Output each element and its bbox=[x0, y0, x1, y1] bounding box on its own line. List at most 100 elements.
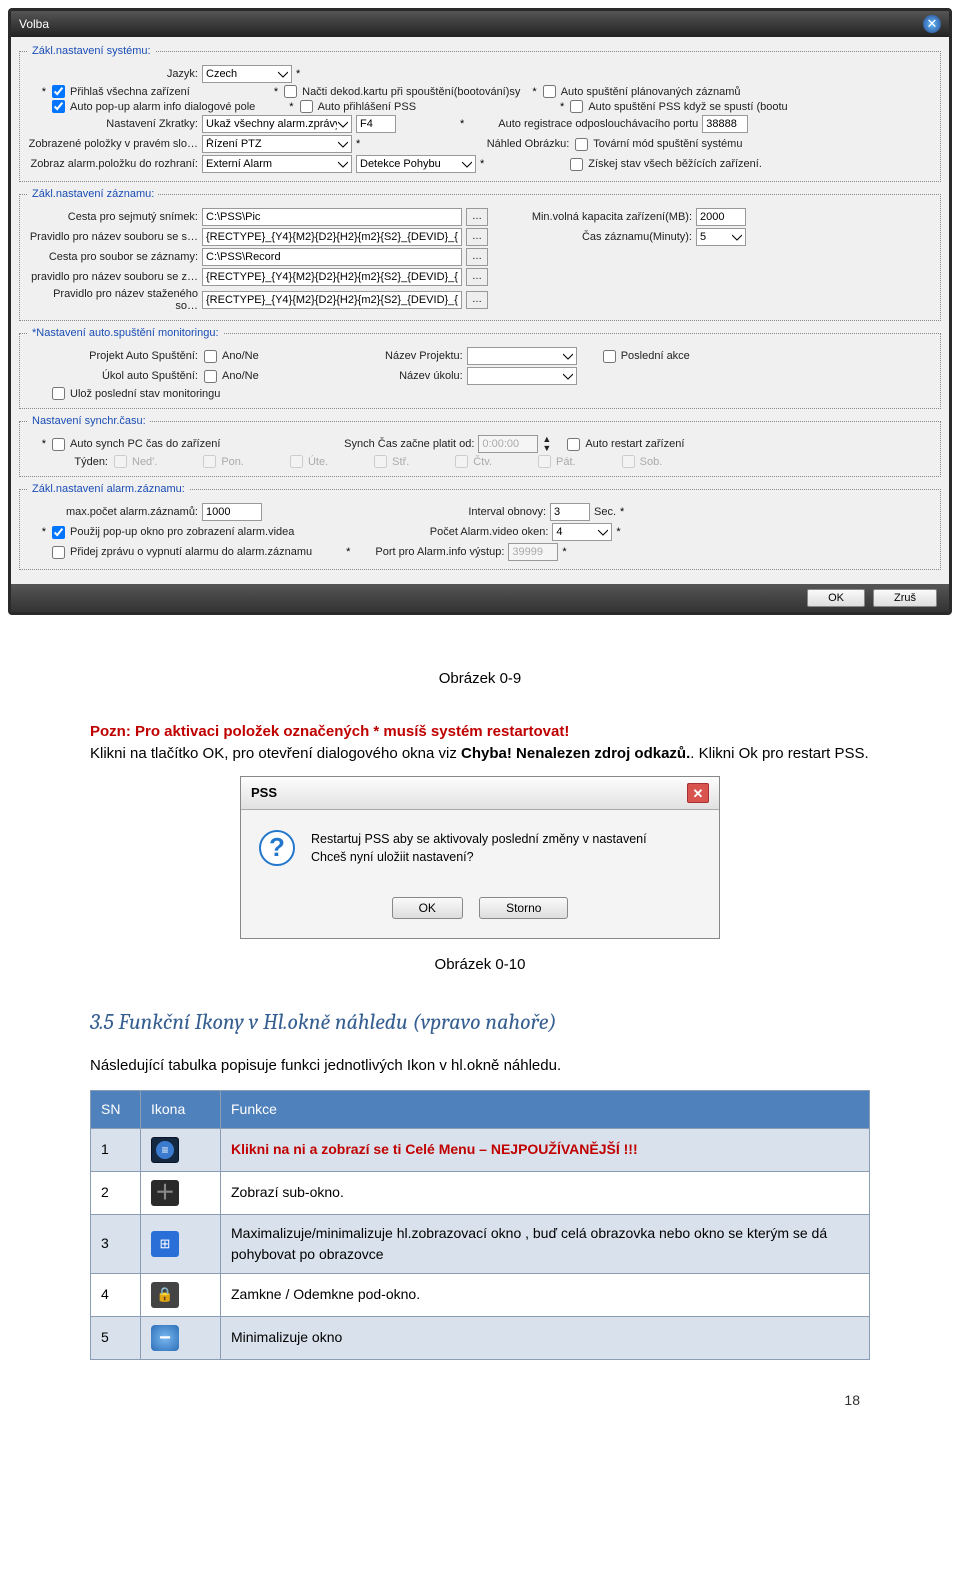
pon-checkbox bbox=[203, 455, 216, 468]
function-table: SN Ikona Funkce 1 ≡ Klikni na ni a zobra… bbox=[90, 1090, 870, 1360]
menu-icon: ≡ bbox=[151, 1137, 179, 1163]
cestaZaznamy-input[interactable] bbox=[202, 248, 462, 266]
browse-button[interactable]: … bbox=[466, 228, 488, 246]
zobrazAlarm-label: Zobraz alarm.položku do rozhraní: bbox=[28, 158, 198, 170]
system-legend: Zákl.nastavení systému: bbox=[28, 45, 155, 57]
autoRestart-checkbox[interactable] bbox=[567, 438, 580, 451]
f4-input[interactable] bbox=[356, 115, 396, 133]
table-row: 1 ≡ Klikni na ni a zobrazí se ti Celé Me… bbox=[91, 1128, 870, 1171]
autoSpusteniBoot-checkbox[interactable] bbox=[570, 100, 583, 113]
star-icon: * bbox=[620, 506, 624, 518]
pridejZpravu-label: Přidej zprávu o vypnutí alarmu do alarm.… bbox=[70, 546, 312, 558]
record-legend: Zákl.nastavení záznamu: bbox=[28, 188, 158, 200]
sn-cell: 2 bbox=[91, 1171, 141, 1214]
close-icon[interactable]: ✕ bbox=[923, 15, 941, 33]
maxPocet-input[interactable] bbox=[202, 503, 262, 521]
autoSynch-checkbox[interactable] bbox=[52, 438, 65, 451]
autoSpusteniPlan-checkbox[interactable] bbox=[543, 85, 556, 98]
pocetAlarm-select[interactable]: 4 bbox=[552, 523, 612, 541]
table-row: 5 − Minimalizuje okno bbox=[91, 1316, 870, 1359]
rizeniPTZ-select[interactable]: Řízení PTZ bbox=[202, 135, 352, 153]
dialog-title: Volba bbox=[19, 17, 49, 31]
cestaSnimek-input[interactable] bbox=[202, 208, 462, 226]
pravidloNazev-input[interactable] bbox=[202, 228, 462, 246]
cestaSnimek-label: Cesta pro sejmutý snímek: bbox=[28, 211, 198, 223]
autoPopup-checkbox[interactable] bbox=[52, 100, 65, 113]
pridejZpravu-checkbox[interactable] bbox=[52, 546, 65, 559]
autoPrihlaseni-checkbox[interactable] bbox=[300, 100, 313, 113]
pravidloZ-input[interactable] bbox=[202, 268, 462, 286]
ok-button[interactable]: OK bbox=[807, 589, 865, 607]
externiAlarm-select[interactable]: Externí Alarm bbox=[202, 155, 352, 173]
pss-messagebox: PSS ✕ ? Restartuj PSS aby se aktivovaly … bbox=[240, 776, 720, 939]
tovarniMod-checkbox[interactable] bbox=[575, 138, 588, 151]
browse-button[interactable]: … bbox=[466, 208, 488, 226]
sn-cell: 5 bbox=[91, 1316, 141, 1359]
synchCas-label: Synch Čas začne platit od: bbox=[224, 438, 474, 450]
close-icon[interactable]: ✕ bbox=[687, 783, 709, 803]
nazevUkolu-select[interactable] bbox=[467, 367, 577, 385]
star-icon: * bbox=[616, 526, 620, 538]
pon-label: Pon. bbox=[221, 456, 244, 468]
system-settings-group: Zákl.nastavení systému: Jazyk: Czech * *… bbox=[19, 45, 941, 182]
msgbox-ok-button[interactable]: OK bbox=[392, 897, 463, 919]
sob-checkbox bbox=[622, 455, 635, 468]
port-input[interactable] bbox=[702, 115, 748, 133]
posledniAkce-checkbox[interactable] bbox=[603, 350, 616, 363]
ziskejStav-label: Získej stav všech běžících zařízení. bbox=[588, 158, 762, 170]
note-paragraph: Klikni na tlačítko OK, pro otevření dial… bbox=[90, 743, 870, 766]
star-icon: * bbox=[560, 101, 564, 113]
projektAuto-label: Projekt Auto Spuštění: bbox=[28, 350, 198, 362]
minimize-icon: − bbox=[151, 1325, 179, 1351]
table-row: 4 🔒 Zamkne / Odemkne pod-okno. bbox=[91, 1273, 870, 1316]
th-ikona: Ikona bbox=[141, 1090, 221, 1128]
jazyk-select[interactable]: Czech bbox=[202, 65, 292, 83]
pravidloStaz-input[interactable] bbox=[202, 291, 462, 309]
pouzijPopup-label: Použij pop-up okno pro zobrazení alarm.v… bbox=[70, 526, 294, 538]
star-icon: * bbox=[480, 158, 484, 170]
msgbox-line2: Chceš nyní uložiit nastavení? bbox=[311, 848, 647, 867]
pat-label: Pát. bbox=[556, 456, 576, 468]
autoSpusteniPlan-label: Auto spuštění plánovaných záznamů bbox=[561, 86, 741, 98]
ned-label: Ned'. bbox=[132, 456, 157, 468]
star-icon: * bbox=[562, 546, 566, 558]
zkratky-select[interactable]: Ukaž všechny alarm.zprávy bbox=[202, 115, 352, 133]
casZaznamu-select[interactable]: 5 bbox=[696, 228, 746, 246]
alarm-settings-group: Zákl.nastavení alarm.záznamu: max.počet … bbox=[19, 483, 941, 570]
browse-button[interactable]: … bbox=[466, 268, 488, 286]
msgbox-titlebar: PSS ✕ bbox=[241, 777, 719, 810]
funkce-cell: Zobrazí sub-okno. bbox=[221, 1171, 870, 1214]
minVolna-input[interactable] bbox=[696, 208, 746, 226]
ulozPosledni-checkbox[interactable] bbox=[52, 387, 65, 400]
maxPocet-label: max.počet alarm.záznamů: bbox=[28, 506, 198, 518]
browse-button[interactable]: … bbox=[466, 248, 488, 266]
ukolAuto-checkbox[interactable] bbox=[204, 370, 217, 383]
browse-button[interactable]: … bbox=[466, 291, 488, 309]
record-settings-group: Zákl.nastavení záznamu: Cesta pro sejmut… bbox=[19, 188, 941, 321]
intervalObnovy-input[interactable] bbox=[550, 503, 590, 521]
monitoring-legend: *Nastavení auto.spuštění monitoringu: bbox=[28, 327, 223, 339]
autoPrihlaseni-label: Auto přihlášení PSS bbox=[318, 101, 416, 113]
portAlarm-input bbox=[508, 543, 558, 561]
minVolna-label: Min.volná kapacita zařízení(MB): bbox=[492, 211, 692, 223]
table-row: 2 ＋ Zobrazí sub-okno. bbox=[91, 1171, 870, 1214]
prihlasVsechna-checkbox[interactable] bbox=[52, 85, 65, 98]
portAlarm-label: Port pro Alarm.info výstup: bbox=[354, 546, 504, 558]
restart-note: Pozn: Pro aktivaci položek označených * … bbox=[90, 721, 870, 744]
zrus-button[interactable]: Zruš bbox=[873, 589, 937, 607]
ctv-label: Čtv. bbox=[473, 456, 492, 468]
star-icon: * bbox=[289, 101, 293, 113]
ziskejStav-checkbox[interactable] bbox=[570, 158, 583, 171]
nactiDekod-checkbox[interactable] bbox=[284, 85, 297, 98]
sn-cell: 4 bbox=[91, 1273, 141, 1316]
projektAuto-checkbox[interactable] bbox=[204, 350, 217, 363]
star-icon: * bbox=[274, 86, 278, 98]
nazevProjektu-select[interactable] bbox=[467, 347, 577, 365]
funkce-cell: Zamkne / Odemkne pod-okno. bbox=[221, 1273, 870, 1316]
pouzijPopup-checkbox[interactable] bbox=[52, 526, 65, 539]
spinner-icon[interactable]: ▲▼ bbox=[542, 435, 551, 453]
zobrazenePolozky-label: Zobrazené položky v pravém slo… bbox=[28, 138, 198, 150]
funkce-cell: Klikni na ni a zobrazí se ti Celé Menu –… bbox=[221, 1128, 870, 1171]
msgbox-storno-button[interactable]: Storno bbox=[479, 897, 568, 919]
detekcePohybu-select[interactable]: Detekce Pohybu bbox=[356, 155, 476, 173]
